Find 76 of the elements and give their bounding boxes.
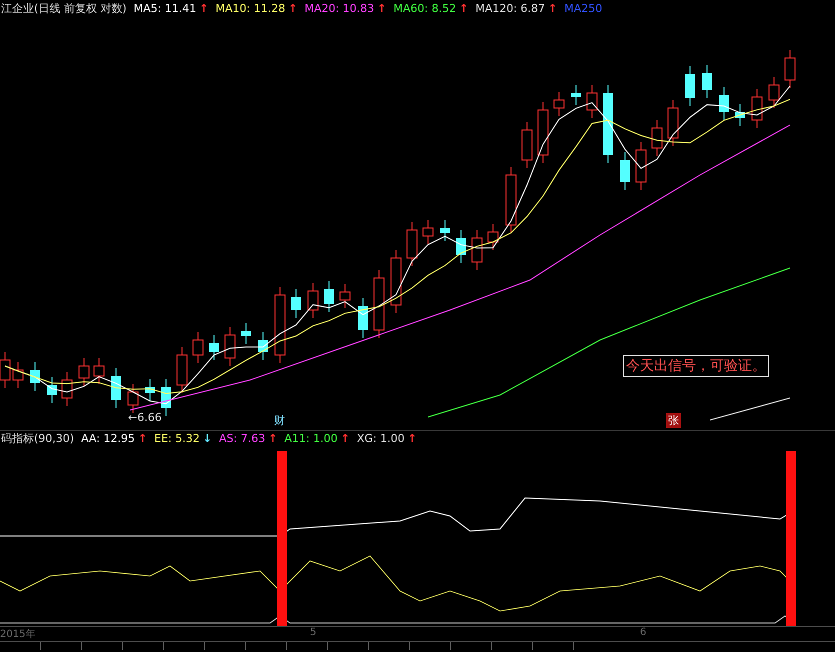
ma-reading: MA20: 10.83 <box>304 2 374 14</box>
candlestick <box>702 64 712 98</box>
candlestick <box>620 152 630 190</box>
trend-arrow: ↑ <box>340 432 350 445</box>
date-label: 5 <box>310 627 318 640</box>
candlestick <box>719 86 729 120</box>
indicator-reading: AA: 12.95 <box>81 432 135 445</box>
candlestick <box>538 102 548 164</box>
event-marker[interactable]: 张 <box>666 413 681 428</box>
candlestick <box>224 326 236 366</box>
candlestick <box>488 224 498 250</box>
candlestick <box>752 88 762 128</box>
candlestick <box>128 384 138 414</box>
candlestick <box>390 250 402 314</box>
ma-reading: MA60: 8.52 <box>393 2 456 14</box>
trend-arrow: ↑ <box>268 432 278 445</box>
candlestick <box>62 372 72 406</box>
ma-reading: MA120: 6.87 <box>475 2 546 14</box>
trend-arrow: ↑ <box>408 432 417 445</box>
candlestick <box>571 84 581 106</box>
trend-arrow: ↑ <box>138 432 148 445</box>
candlestick <box>47 376 57 404</box>
candlestick <box>554 92 564 116</box>
trend-arrow: ↑ <box>199 2 209 14</box>
candlestick <box>472 230 482 270</box>
candlestick <box>145 378 155 402</box>
indicator-reading: A11: 1.00 <box>284 432 338 445</box>
candlestick <box>308 282 318 318</box>
candlestick <box>735 104 745 126</box>
candlestick <box>636 142 646 190</box>
candlestick <box>358 298 368 338</box>
trend-arrow: ↑ <box>288 2 298 14</box>
candlestick <box>291 288 301 318</box>
candlestick <box>586 84 598 118</box>
trend-arrow: ↑ <box>459 2 468 14</box>
date-label: 6 <box>640 627 648 640</box>
candlestick <box>456 230 466 264</box>
candlestick <box>111 368 121 408</box>
indicator-title: 码指标(90,30) <box>1 431 74 446</box>
ma-reading: MA5: 11.41 <box>134 2 196 14</box>
candlestick <box>422 220 434 244</box>
trend-arrow: ↑ <box>377 2 386 14</box>
candlestick <box>94 358 104 384</box>
candlestick <box>522 122 532 168</box>
signal-note: 今天出信号，可验证。 <box>623 355 769 377</box>
date-label: 2015年 <box>0 628 36 641</box>
candlestick <box>176 346 188 394</box>
candlestick <box>440 220 450 242</box>
candlestick <box>685 66 695 106</box>
candlestick <box>768 76 780 108</box>
chart-title: 江企业(日线 前复权 对数) <box>1 0 127 16</box>
candlestick <box>12 362 24 388</box>
event-marker[interactable]: 财 <box>272 413 287 428</box>
candlestick <box>324 280 334 312</box>
candlestick <box>192 332 204 364</box>
candlestick <box>406 222 418 266</box>
candlestick <box>506 166 516 234</box>
trend-arrow: ↓ <box>202 432 212 445</box>
candlestick <box>78 358 90 386</box>
candlestick <box>340 284 350 308</box>
candlestick <box>374 270 384 338</box>
candlestick <box>30 362 40 392</box>
candlestick <box>652 120 662 156</box>
trend-arrow: ↑ <box>548 2 558 14</box>
indicator-reading: XG: 1.00 <box>356 432 405 445</box>
ma-reading: MA250 <box>564 2 602 14</box>
candlestick <box>209 334 219 360</box>
ma-reading: MA10: 11.28 <box>216 2 286 14</box>
candlestick <box>784 50 796 88</box>
candlestick <box>258 332 268 360</box>
candlestick <box>161 378 171 416</box>
indicator-reading: EE: 5.32 <box>154 432 200 445</box>
indicator-reading: AS: 7.63 <box>218 432 266 445</box>
candlestick <box>668 100 678 146</box>
candlestick <box>241 322 251 344</box>
low-price-label: ←6.66 <box>128 411 162 424</box>
